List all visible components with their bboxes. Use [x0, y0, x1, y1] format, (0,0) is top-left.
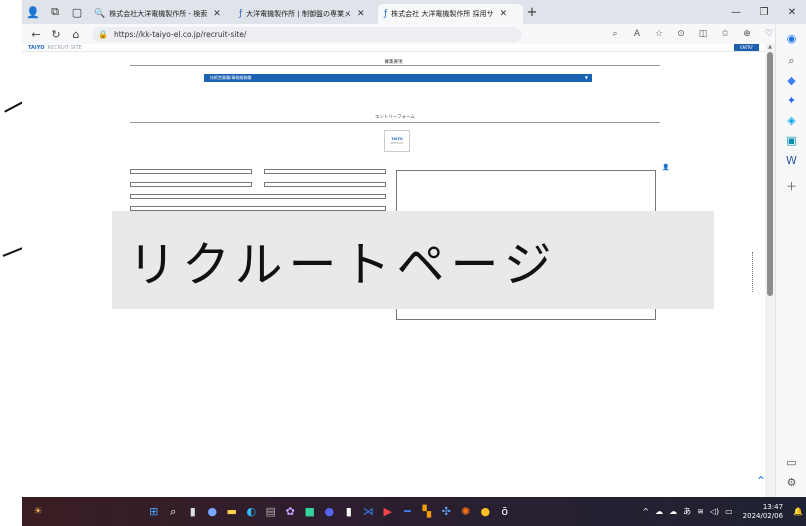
close-window-icon[interactable]: ✕ [778, 7, 806, 18]
word-icon[interactable]: W [776, 154, 806, 167]
games-icon[interactable]: ◈ [776, 114, 806, 127]
minimize-icon[interactable]: — [722, 7, 750, 18]
url-field[interactable]: 🔒 https://kk-taiyo-el.co.jp/recruit-site… [92, 26, 522, 42]
battery-icon[interactable]: ▭ [725, 507, 733, 516]
notepad-icon[interactable]: ▮ [339, 505, 359, 519]
file-explorer-icon[interactable]: ▬ [222, 505, 242, 519]
email-input[interactable] [130, 194, 386, 199]
divider [130, 122, 660, 123]
chevron-up-icon[interactable]: ^ [642, 507, 649, 516]
search-icon: 🔍 [94, 9, 106, 19]
collections-icon[interactable]: ⊕ [736, 29, 758, 39]
scroll-to-top-icon[interactable]: ⌃ [752, 474, 770, 488]
app-icon[interactable]: ● [476, 505, 496, 519]
lock-icon: 🔒 [98, 29, 108, 39]
app-icon[interactable]: ✣ [437, 505, 457, 519]
site-header: TAIYO RECRUIT SITE ENTRY [22, 44, 765, 52]
onedrive-icon[interactable]: ☁ [669, 507, 677, 516]
vertical-scrollbar[interactable]: ▲ [765, 44, 775, 497]
edge-sidebar: ◉ ⌕ ◆ ✦ ◈ ▣ W ＋ ▭ ⚙ [775, 24, 806, 497]
browser-window: 👤 ⧉ ▢ 🔍 株式会社大洋電機製作所 - 検索 ✕ ƒ 大洋電機製作所 | 制… [22, 0, 806, 497]
youtube-icon[interactable]: ▶ [378, 505, 398, 519]
cloud-icon[interactable]: ☁ [655, 507, 663, 516]
search-icon[interactable]: ⌕ [164, 505, 184, 519]
zoom-icon[interactable]: ⌕ [604, 29, 626, 39]
home-icon[interactable]: ⌂ [66, 28, 86, 41]
task-view-icon[interactable]: ▮ [183, 505, 203, 519]
office-icon[interactable]: ▣ [776, 134, 806, 147]
tab-company[interactable]: ƒ 大洋電機製作所 | 制御盤の専業メ ✕ [233, 4, 378, 24]
page-scroll-indicator [752, 252, 754, 292]
volume-icon[interactable]: ◁) [710, 507, 719, 516]
last-name-input[interactable] [130, 169, 252, 174]
app-icon[interactable]: ✺ [456, 505, 476, 519]
app-icon[interactable]: ▚ [417, 505, 437, 519]
favorite-star-icon[interactable]: ☆ [648, 29, 670, 39]
maximize-icon[interactable]: ❐ [750, 7, 778, 18]
wifi-icon[interactable]: ≋ [697, 507, 704, 516]
extension-icon[interactable]: ⊙ [670, 29, 692, 39]
notification-icon[interactable]: 🔔 [793, 507, 803, 516]
clock[interactable]: 13:47 2024/02/06 [740, 503, 786, 521]
chevron-down-icon: ▼ [584, 75, 588, 80]
app-icon[interactable]: ō [495, 505, 515, 519]
new-tab-button[interactable]: + [523, 5, 541, 20]
refresh-icon[interactable]: ↻ [46, 28, 66, 41]
site-logo[interactable]: TAIYO RECRUIT SITE [28, 45, 82, 51]
first-name-kana-input[interactable] [264, 182, 386, 187]
sidebar-toggle-icon[interactable]: ▭ [776, 456, 806, 469]
tools-icon[interactable]: ✦ [776, 94, 806, 107]
chat-icon[interactable]: ● [203, 505, 223, 519]
job-dropdown[interactable]: 技術営業職/事務総務職 ▼ [204, 74, 592, 82]
copilot-icon[interactable]: ◉ [776, 32, 806, 45]
overlay-label: リクルートページ [112, 211, 714, 309]
tab-strip: 👤 ⧉ ▢ 🔍 株式会社大洋電機製作所 - 検索 ✕ ƒ 大洋電機製作所 | 制… [22, 0, 806, 24]
split-screen-icon[interactable]: ◫ [692, 29, 714, 39]
site-icon: ƒ [384, 9, 388, 19]
add-icon[interactable]: ＋ [776, 178, 806, 194]
form-title: エントリーフォーム [374, 115, 416, 120]
first-name-input[interactable] [264, 169, 386, 174]
settings-icon[interactable]: ⚙ [776, 476, 806, 489]
start-icon[interactable]: ⊞ [144, 505, 164, 519]
windows-taskbar: ☀ ⊞ ⌕ ▮ ● ▬ ◐ ▤ ✿ ■ ● ▮ ⋊ ▶ ━ ▚ ✣ ✺ ● ō … [22, 497, 806, 526]
vscode-icon[interactable]: ⋊ [359, 505, 379, 519]
line-icon[interactable]: ■ [300, 505, 320, 519]
read-aloud-icon[interactable]: A [626, 29, 648, 39]
last-name-kana-input[interactable] [130, 182, 252, 187]
workspaces-icon[interactable]: ⧉ [44, 0, 66, 24]
store-icon[interactable]: ▤ [261, 505, 281, 519]
close-tab-icon[interactable]: ✕ [500, 9, 508, 19]
divider [130, 65, 660, 66]
ime-indicator[interactable]: あ [683, 506, 691, 517]
page-viewport: TAIYO RECRUIT SITE ENTRY 募集要項 技術営業職/事務総務職… [22, 44, 765, 497]
back-icon[interactable]: ← [26, 28, 46, 41]
app-icon[interactable]: ━ [398, 505, 418, 519]
entry-button[interactable]: ENTRY [734, 44, 759, 51]
app-icon[interactable]: ✿ [281, 505, 301, 519]
edge-icon[interactable]: ◐ [242, 505, 262, 519]
discord-icon[interactable]: ● [320, 505, 340, 519]
close-tab-icon[interactable]: ✕ [357, 9, 365, 19]
scrollbar-thumb[interactable] [767, 52, 773, 296]
tab-actions-icon[interactable]: ▢ [66, 0, 88, 24]
address-bar-row: ← ↻ ⌂ 🔒 https://kk-taiyo-el.co.jp/recrui… [22, 24, 806, 44]
profile-icon[interactable]: 👤 [22, 0, 44, 24]
close-tab-icon[interactable]: ✕ [213, 9, 221, 19]
user-icon: 👤 [662, 164, 670, 171]
tab-recruit[interactable]: ƒ 株式会社 大洋電機製作所 採用サ ✕ [378, 4, 523, 24]
scroll-up-icon[interactable]: ▲ [765, 44, 775, 50]
weather-icon[interactable]: ☀ [28, 506, 48, 517]
tab-search[interactable]: 🔍 株式会社大洋電機製作所 - 検索 ✕ [88, 4, 233, 24]
shopping-icon[interactable]: ◆ [776, 74, 806, 87]
form-logo: TAIYO RECRUIT [384, 130, 410, 152]
site-icon: ƒ [239, 9, 243, 19]
search-icon[interactable]: ⌕ [776, 54, 806, 68]
favorites-icon[interactable]: ✩ [714, 29, 736, 39]
